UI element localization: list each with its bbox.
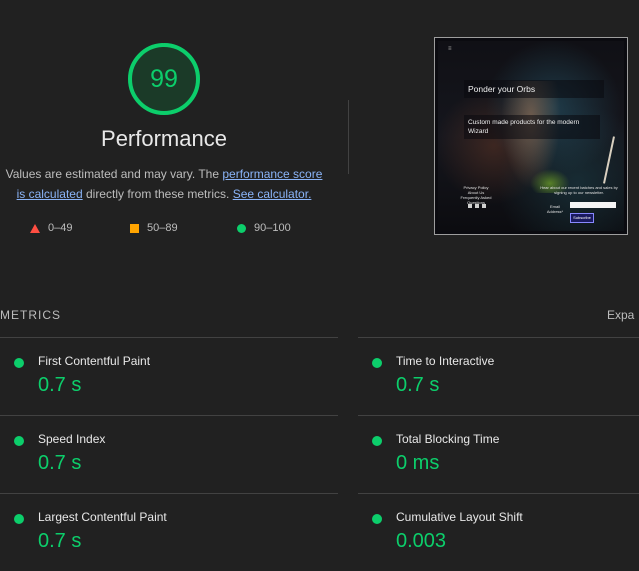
divider	[358, 493, 639, 494]
metric-value: 0.7 s	[38, 530, 82, 552]
metric-value: 0.7 s	[396, 374, 440, 396]
email-label: Email Address*	[546, 204, 564, 214]
legend-pass: 90–100	[237, 222, 291, 234]
screenshot-page: ≡ Ponder your Orbs Custom made products …	[438, 41, 624, 231]
category-description: Values are estimated and may vary. The p…	[0, 164, 328, 204]
pass-circle-icon	[372, 436, 382, 446]
vertical-divider	[348, 100, 349, 174]
metric-value: 0.7 s	[38, 374, 82, 396]
pass-circle-icon	[372, 358, 382, 368]
description-middle: directly from these metrics.	[82, 187, 233, 201]
legend-fail: 0–49	[30, 222, 72, 234]
email-input	[570, 202, 616, 208]
pass-circle-icon	[14, 358, 24, 368]
social-icon	[482, 204, 486, 208]
metric-name: Total Blocking Time	[396, 432, 500, 446]
see-calculator-link[interactable]: See calculator.	[233, 187, 312, 201]
triangle-icon	[30, 223, 40, 233]
footer-links: Privacy Policy About Us Frequently Asked…	[456, 185, 496, 205]
legend-label: 0–49	[48, 222, 73, 234]
metric-time-to-interactive: Time to Interactive 0.7 s	[372, 352, 639, 412]
metric-speed-index: Speed Index 0.7 s	[14, 430, 314, 490]
metric-name: Cumulative Layout Shift	[396, 510, 523, 524]
divider	[0, 415, 338, 416]
metric-name: First Contentful Paint	[38, 354, 151, 368]
metric-total-blocking-time: Total Blocking Time 0 ms	[372, 430, 639, 490]
wizard-staff	[603, 136, 615, 184]
newsletter-text: Hear about our recent batches and sales …	[540, 185, 618, 195]
expand-view-toggle[interactable]: Expa	[607, 308, 634, 322]
is-calculated-link[interactable]: is calculated	[17, 187, 83, 201]
legend-average: 50–89	[130, 222, 178, 234]
hero-title: Ponder your Orbs	[464, 80, 604, 98]
metric-name: Largest Contentful Paint	[38, 510, 167, 524]
legend-label: 90–100	[254, 222, 291, 234]
hamburger-menu-icon: ≡	[448, 46, 452, 52]
metric-cumulative-layout-shift: Cumulative Layout Shift 0.003	[372, 508, 639, 568]
metric-value: 0 ms	[396, 452, 440, 474]
divider	[0, 337, 338, 338]
pass-circle-icon	[14, 514, 24, 524]
social-icon	[468, 204, 472, 208]
circle-icon	[237, 223, 246, 233]
metric-name: Speed Index	[38, 432, 106, 446]
pass-circle-icon	[372, 514, 382, 524]
metrics-header: METRICS	[0, 308, 61, 322]
divider	[358, 415, 639, 416]
description-prefix: Values are estimated and may vary. The	[5, 167, 223, 181]
performance-score-link[interactable]: performance score	[222, 167, 322, 181]
metric-value: 0.7 s	[38, 452, 82, 474]
subscribe-button: Subscribe	[570, 213, 594, 223]
legend-label: 50–89	[147, 222, 178, 234]
divider	[0, 493, 338, 494]
metric-first-contentful-paint: First Contentful Paint 0.7 s	[14, 352, 314, 412]
metric-name: Time to Interactive	[396, 354, 495, 368]
hero-subtitle: Custom made products for the modern Wiza…	[464, 115, 600, 139]
pass-circle-icon	[14, 436, 24, 446]
divider	[358, 337, 639, 338]
performance-score: 99	[150, 65, 178, 93]
metric-largest-contentful-paint: Largest Contentful Paint 0.7 s	[14, 508, 314, 568]
square-icon	[130, 223, 139, 233]
metric-value: 0.003	[396, 530, 447, 552]
final-screenshot[interactable]: ≡ Ponder your Orbs Custom made products …	[434, 37, 628, 235]
social-icon	[475, 204, 479, 208]
category-title: Performance	[101, 126, 227, 151]
